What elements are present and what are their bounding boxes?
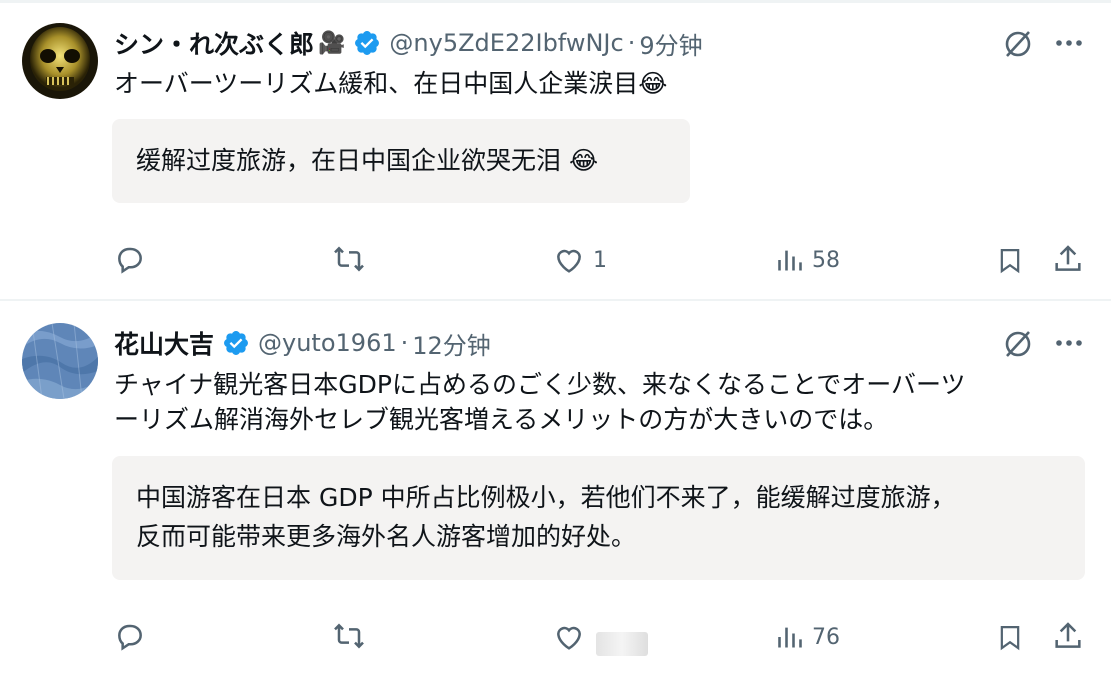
user-handle[interactable]: @ny5ZdE22IbfwNJc xyxy=(389,29,623,57)
like-icon xyxy=(557,249,581,273)
tweet-text: チャイナ観光客日本GDPに占めるのごく少数、来なくなることでオーバーツ ーリズム… xyxy=(114,367,1094,437)
more-icon[interactable] xyxy=(1055,38,1083,48)
blue-fabric-avatar-image xyxy=(22,323,98,399)
tweet-text-line-2: ーリズム解消海外セレブ観光客増えるメリットの方が大きいのでは。 xyxy=(114,405,889,434)
grok-icon[interactable] xyxy=(1002,328,1034,360)
grok-icon[interactable] xyxy=(1002,28,1034,60)
retweet-button[interactable] xyxy=(332,243,366,275)
tweet-1[interactable]: シン・れ次ぶく郎 🎥 @ny5ZdE22IbfwNJc · 9分钟 オーバーツー… xyxy=(0,0,1111,300)
like-button[interactable]: 1 xyxy=(553,244,607,276)
tweet-2[interactable]: 花山大吉 @yuto1961 · 12分钟 チャイナ観光客日本GDPに占めるのご… xyxy=(0,301,1111,676)
bookmark-button[interactable] xyxy=(996,244,1024,276)
watermark-blur xyxy=(596,632,648,656)
reply-button[interactable] xyxy=(114,243,146,275)
reply-icon xyxy=(118,624,142,651)
translation-box: 缓解过度旅游，在日中国企业欲哭无泪 😂 xyxy=(112,119,690,203)
tweet-header: 花山大吉 @yuto1961 · 12分钟 xyxy=(114,326,491,360)
retweet-icon xyxy=(334,246,364,272)
views-button[interactable]: 58 xyxy=(776,244,840,276)
views-icon xyxy=(778,250,802,271)
share-icon xyxy=(1055,622,1081,648)
share-icon xyxy=(1055,245,1081,271)
more-icon[interactable] xyxy=(1055,338,1083,348)
retweet-button[interactable] xyxy=(332,620,366,652)
like-button[interactable] xyxy=(553,621,593,653)
translation-box: 中国游客在日本 GDP 中所占比例极小，若他们不来了，能缓解过度旅游， 反而可能… xyxy=(112,456,1085,580)
user-handle[interactable]: @yuto1961 xyxy=(258,329,397,357)
avatar[interactable] xyxy=(22,323,98,399)
translation-line-1: 中国游客在日本 GDP 中所占比例极小，若他们不来了，能缓解过度旅游， xyxy=(136,483,956,512)
skull-avatar-image xyxy=(22,23,98,99)
views-button[interactable]: 76 xyxy=(776,621,840,653)
view-count: 76 xyxy=(812,624,840,650)
reply-button[interactable] xyxy=(114,620,146,652)
display-name[interactable]: シン・れ次ぶく郎 xyxy=(114,25,314,61)
camera-emoji: 🎥 xyxy=(318,30,346,56)
translation-line-2: 反而可能带来更多海外名人游客增加的好处。 xyxy=(136,522,637,551)
like-count: 1 xyxy=(593,247,607,273)
share-button[interactable] xyxy=(1052,620,1084,652)
bookmark-icon xyxy=(1000,248,1020,274)
avatar[interactable] xyxy=(22,23,98,99)
separator-dot: · xyxy=(627,29,636,57)
translation-text: 缓解过度旅游，在日中国企业欲哭无泪 😂 xyxy=(136,146,599,175)
display-name[interactable]: 花山大吉 xyxy=(114,325,214,361)
tweet-text: オーバーツーリズム緩和、在日中国人企業涙目😂 xyxy=(114,69,668,98)
like-icon xyxy=(557,626,581,650)
view-count: 58 xyxy=(812,247,840,273)
retweet-icon xyxy=(334,623,364,649)
separator-dot: · xyxy=(400,329,409,357)
bookmark-button[interactable] xyxy=(996,621,1024,653)
timestamp[interactable]: 9分钟 xyxy=(639,26,702,61)
verified-badge-icon[interactable] xyxy=(222,329,250,357)
timestamp[interactable]: 12分钟 xyxy=(412,326,491,361)
reply-icon xyxy=(118,247,142,274)
verified-badge-icon[interactable] xyxy=(353,29,381,57)
bookmark-icon xyxy=(1000,625,1020,651)
tweet-text-line-1: チャイナ観光客日本GDPに占めるのごく少数、来なくなることでオーバーツ xyxy=(114,370,966,399)
views-icon xyxy=(778,627,802,648)
tweet-header: シン・れ次ぶく郎 🎥 @ny5ZdE22IbfwNJc · 9分钟 xyxy=(114,26,703,60)
share-button[interactable] xyxy=(1052,243,1084,275)
